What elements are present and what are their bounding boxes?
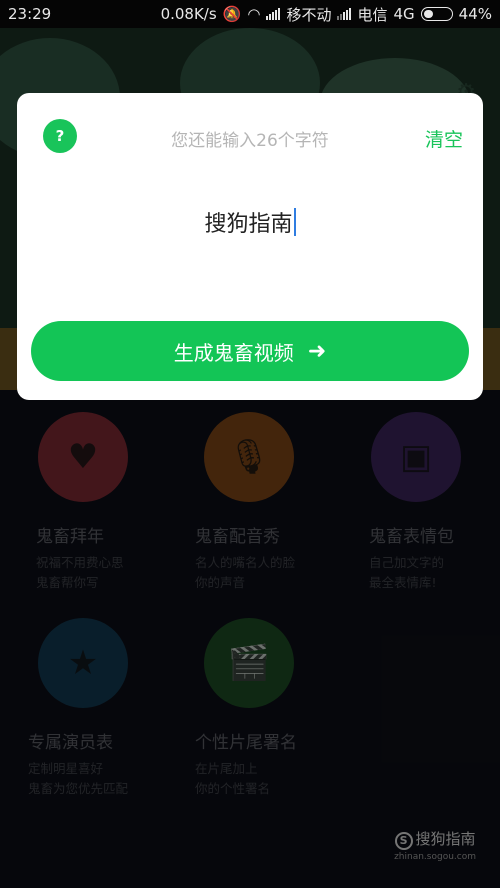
network-type: 4G — [393, 5, 415, 23]
battery-level: 44% — [458, 5, 492, 23]
arrow-right-icon: ➜ — [307, 338, 327, 364]
generate-button-label: 生成鬼畜视频 — [173, 340, 294, 365]
text-caret — [293, 208, 296, 236]
network-speed: 0.08K/s — [160, 5, 217, 23]
wifi-icon: ◠ — [247, 5, 261, 23]
mute-icon: 🔕 — [222, 5, 242, 23]
clear-button[interactable]: 清空 — [425, 125, 463, 152]
carrier-1: 移不动 — [286, 5, 332, 24]
status-bar: 23:29 0.08K/s 🔕 ◠ 移不动 电信 4G 44% — [0, 0, 500, 28]
text-input-dialog: ? 您还能输入26个字符 清空 搜狗指南 生成鬼畜视频 ➜ — [17, 93, 483, 400]
generate-video-button[interactable]: 生成鬼畜视频 ➜ — [31, 321, 469, 381]
input-value: 搜狗指南 — [204, 212, 293, 237]
text-input[interactable]: 搜狗指南 — [17, 206, 483, 238]
char-limit-hint: 您还能输入26个字符 — [171, 131, 329, 151]
signal-icon — [266, 8, 281, 20]
signal-icon-2 — [337, 8, 352, 20]
status-time: 23:29 — [8, 5, 52, 23]
carrier-2: 电信 — [357, 5, 388, 24]
battery-icon — [420, 7, 453, 21]
